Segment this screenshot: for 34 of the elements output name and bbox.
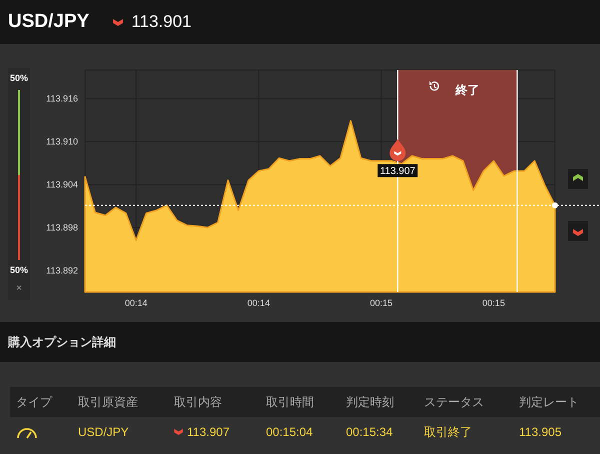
column-header: ステータス	[418, 387, 513, 417]
expiry-label: 終了	[455, 83, 480, 97]
column-header: タイプ	[10, 387, 72, 417]
close-button[interactable]: ×	[11, 281, 27, 296]
axis-label: 113.916	[46, 94, 78, 104]
call-button[interactable]	[568, 169, 588, 189]
axis-label: 00:14	[124, 298, 148, 308]
price-dot	[552, 202, 558, 208]
symbol-title: USD/JPY	[8, 10, 90, 34]
table-cell: 取引終了	[418, 417, 513, 446]
axis-label: 113.904	[46, 180, 78, 190]
percent-label: 50%	[10, 72, 28, 85]
axis-label: 00:14	[247, 298, 270, 308]
put-button[interactable]	[568, 221, 588, 241]
column-header: 取引時間	[260, 387, 340, 417]
table-cell: 00:15:04	[260, 417, 340, 446]
column-header: 取引内容	[168, 387, 260, 417]
axis-label: 00:15	[370, 298, 393, 308]
table-cell: 00:15:34	[340, 417, 418, 446]
column-header: 取引原資産	[72, 387, 168, 417]
table-cell: 113.905	[513, 417, 600, 446]
history-icon	[429, 81, 440, 91]
percent-label: 50%	[10, 264, 28, 276]
axis-label: 113.898	[46, 222, 78, 233]
column-header: 判定時刻	[340, 387, 418, 417]
column-header: 判定レート	[513, 387, 600, 417]
axis-label: 113.892	[46, 266, 78, 276]
axis-label: 113.910	[46, 136, 78, 147]
table-cell: USD/JPY	[72, 417, 168, 446]
axis-label: 00:15	[482, 298, 505, 308]
entry-price-label: 113.907	[378, 164, 418, 178]
price-value: 113.901	[131, 11, 192, 34]
price-value: 113.907	[187, 424, 230, 440]
section-title: 購入オプション詳細	[8, 334, 116, 351]
